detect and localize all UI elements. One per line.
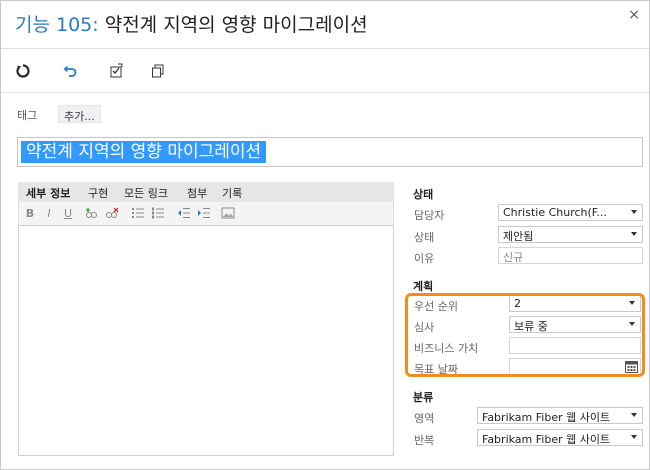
status-section-label: 상태 bbox=[413, 188, 434, 201]
area-dropdown[interactable]: Fabrikam Fiber 웹 사이트 bbox=[477, 407, 643, 424]
tab-all-links[interactable]: 모든 링크 bbox=[124, 185, 168, 201]
iteration-dropdown[interactable]: Fabrikam Fiber 웹 사이트 bbox=[477, 429, 643, 446]
area-value: Fabrikam Fiber 웹 사이트 bbox=[482, 411, 611, 424]
title-separator: : bbox=[92, 14, 99, 36]
toolbar bbox=[1, 49, 649, 93]
state-dropdown[interactable]: 제안됨 bbox=[498, 226, 643, 243]
work-item-dialog: 기능 105: 약전계 지역의 영향 마이그레이션 × 태그 추가... 약전계… bbox=[0, 0, 650, 470]
tab-details[interactable]: 세부 정보 bbox=[26, 185, 70, 201]
work-item-action-icon[interactable] bbox=[105, 61, 127, 81]
insert-link-icon[interactable] bbox=[84, 205, 100, 221]
priority-value: 2 bbox=[514, 297, 521, 310]
classification-section-label: 분류 bbox=[413, 391, 434, 404]
calendar-icon[interactable] bbox=[625, 360, 638, 373]
bold-button[interactable]: B bbox=[22, 205, 38, 221]
priority-dropdown[interactable]: 2 bbox=[509, 295, 641, 312]
reason-value: 신규 bbox=[503, 251, 524, 264]
title-input[interactable]: 약전계 지역의 영향 마이그레이션 bbox=[17, 137, 643, 167]
close-icon[interactable]: × bbox=[628, 7, 640, 23]
chevron-down-icon bbox=[629, 322, 635, 326]
area-label: 영역 bbox=[414, 412, 435, 425]
business-value-label: 비즈니스 가치 bbox=[414, 342, 479, 355]
planning-section-label: 계획 bbox=[413, 280, 434, 293]
reason-field: 신규 bbox=[498, 247, 643, 264]
assigned-to-value: Christie Church(F... bbox=[503, 206, 607, 219]
chevron-down-icon bbox=[631, 210, 637, 214]
reason-label: 이유 bbox=[414, 252, 435, 265]
increase-indent-icon[interactable] bbox=[196, 205, 212, 221]
tab-history[interactable]: 기록 bbox=[222, 185, 242, 201]
work-item-id: 기능 105 bbox=[15, 14, 93, 36]
formatting-toolbar: B I U bbox=[18, 202, 394, 225]
tab-implementation[interactable]: 구현 bbox=[88, 185, 108, 201]
numbered-list-icon[interactable] bbox=[150, 205, 166, 221]
decrease-indent-icon[interactable] bbox=[176, 205, 192, 221]
remove-link-icon[interactable] bbox=[104, 205, 120, 221]
dialog-title: 기능 105: 약전계 지역의 영향 마이그레이션 bbox=[15, 12, 368, 38]
refresh-icon[interactable] bbox=[12, 61, 34, 81]
dialog-header: 기능 105: 약전계 지역의 영향 마이그레이션 × bbox=[1, 1, 649, 49]
chevron-down-icon bbox=[631, 435, 637, 439]
iteration-label: 반복 bbox=[414, 434, 435, 447]
tab-attachments[interactable]: 첨부 bbox=[187, 185, 207, 201]
undo-icon[interactable] bbox=[59, 61, 81, 81]
review-value: 보류 중 bbox=[514, 320, 548, 333]
bulleted-list-icon[interactable] bbox=[130, 205, 146, 221]
insert-image-icon[interactable] bbox=[220, 205, 236, 221]
description-editor[interactable] bbox=[18, 225, 394, 456]
copy-icon[interactable] bbox=[147, 61, 169, 81]
target-date-label: 목표 날짜 bbox=[414, 363, 458, 376]
title-input-value: 약전계 지역의 영향 마이그레이션 bbox=[21, 141, 267, 163]
priority-label: 우선 순위 bbox=[414, 300, 458, 313]
chevron-down-icon bbox=[631, 232, 637, 236]
underline-button[interactable]: U bbox=[60, 205, 76, 221]
work-item-title-text: 약전계 지역의 영향 마이그레이션 bbox=[104, 14, 368, 36]
assigned-to-dropdown[interactable]: Christie Church(F... bbox=[498, 204, 643, 221]
tab-strip: 세부 정보 구현 모든 링크 첨부 기록 bbox=[18, 182, 394, 202]
iteration-value: Fabrikam Fiber 웹 사이트 bbox=[482, 433, 611, 446]
review-label: 심사 bbox=[414, 321, 435, 334]
tags-label: 태그 bbox=[17, 109, 38, 122]
business-value-input[interactable] bbox=[509, 337, 641, 354]
assigned-to-label: 담당자 bbox=[414, 209, 445, 222]
chevron-down-icon bbox=[629, 301, 635, 305]
chevron-down-icon bbox=[631, 413, 637, 417]
italic-button[interactable]: I bbox=[41, 205, 57, 221]
target-date-input[interactable] bbox=[509, 358, 641, 375]
review-dropdown[interactable]: 보류 중 bbox=[509, 316, 641, 333]
state-value: 제안됨 bbox=[503, 230, 534, 243]
state-label: 상태 bbox=[414, 231, 435, 244]
add-tag-button[interactable]: 추가... bbox=[58, 105, 101, 123]
